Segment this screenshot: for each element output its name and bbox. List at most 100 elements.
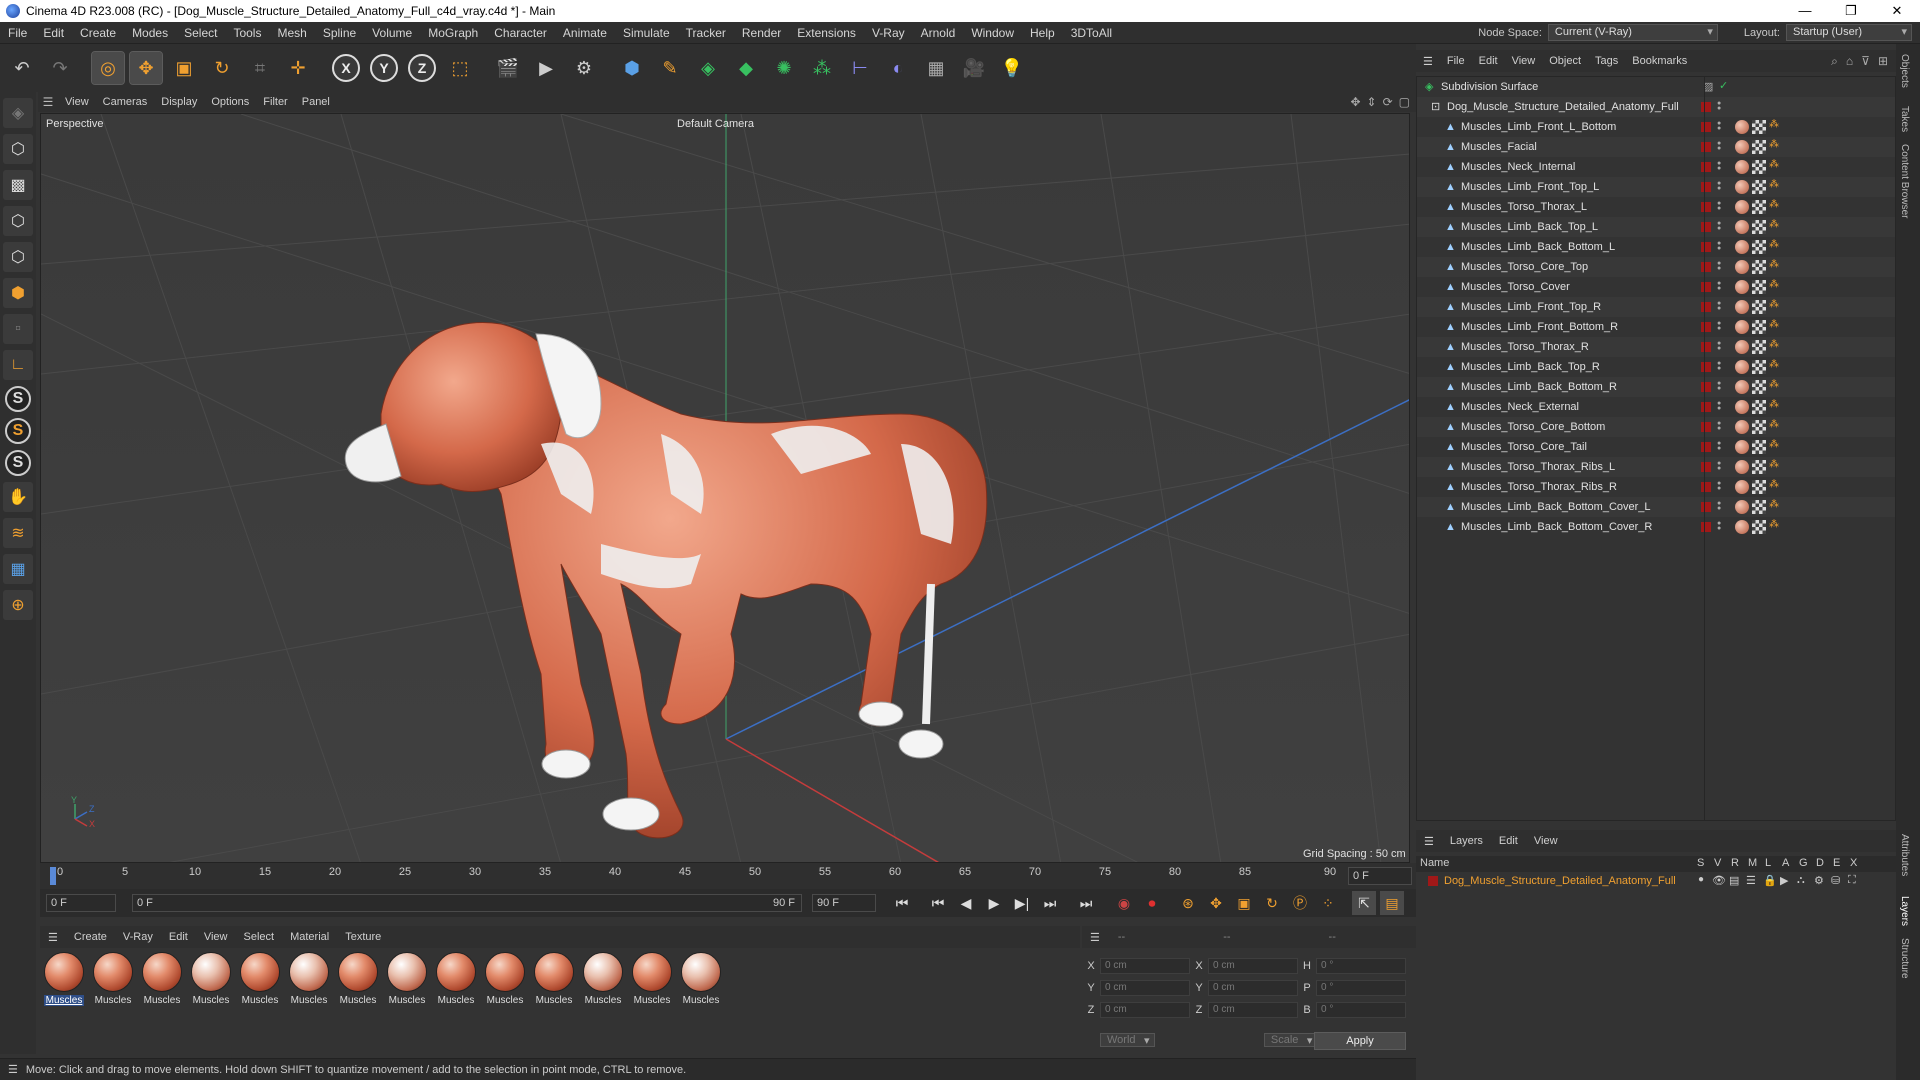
render-view-icon[interactable]: 🎬 (492, 52, 524, 84)
material-tag-icon[interactable] (1735, 120, 1749, 134)
field-icon[interactable]: ◐ (882, 52, 914, 84)
live-selection-icon[interactable]: ◎ (91, 51, 125, 85)
checker-texture-tag-icon[interactable] (1752, 400, 1766, 414)
object-row[interactable]: ▲ Muscles_Torso_Thorax_L ● ● ⁂ (1417, 197, 1895, 217)
object-mode-icon[interactable]: ⬡ (3, 134, 33, 164)
viewport-menu-options[interactable]: Options (204, 96, 256, 108)
vray-tag-icon[interactable]: ⁂ (1769, 159, 1781, 173)
coordinate-system-icon[interactable]: ⬚ (444, 52, 476, 84)
extrude-generator-icon[interactable]: ◆ (730, 52, 762, 84)
rotation-h-field[interactable]: 0 ° (1316, 958, 1406, 974)
material-menu-material[interactable]: Material (282, 931, 337, 943)
checker-texture-tag-icon[interactable] (1752, 520, 1766, 534)
vray-tag-icon[interactable]: ⁂ (1769, 499, 1781, 513)
edges-mode-icon[interactable]: ⬡ (3, 242, 33, 272)
viewport-menu-view[interactable]: View (58, 96, 96, 108)
layer-color-swatch[interactable] (1701, 102, 1711, 112)
redo-icon[interactable]: ↷ (44, 52, 76, 84)
visibility-dots-icon[interactable]: ● ● (1717, 500, 1722, 512)
menu-tracker[interactable]: Tracker (678, 26, 734, 40)
layer-color-swatch[interactable] (1701, 502, 1711, 512)
locked-workplane-icon[interactable]: ⊕ (3, 590, 33, 620)
material-swatch[interactable]: Muscles (483, 952, 527, 1050)
layer-render-icon[interactable]: ▤ (1729, 874, 1739, 887)
visibility-dots-icon[interactable]: ● ● (1717, 140, 1722, 152)
object-row[interactable]: ▲ Muscles_Limb_Front_Top_R ● ● ⁂ (1417, 297, 1895, 317)
cube-primitive-icon[interactable]: ⬢ (616, 52, 648, 84)
rotation-p-field[interactable]: 0 ° (1316, 980, 1406, 996)
layer-menu-view[interactable]: View (1526, 835, 1566, 847)
end-frame-field[interactable]: 90 F (812, 894, 876, 912)
playhead-marker[interactable] (50, 867, 56, 885)
rotate-tool-icon[interactable]: ↻ (206, 52, 238, 84)
size-mode-dropdown[interactable]: Scale (1263, 1033, 1318, 1047)
layer-color-swatch[interactable] (1701, 382, 1711, 392)
checker-texture-tag-icon[interactable] (1752, 180, 1766, 194)
material-tag-icon[interactable] (1735, 140, 1749, 154)
menu-create[interactable]: Create (72, 26, 124, 40)
menu-render[interactable]: Render (734, 26, 789, 40)
key-rotation-icon[interactable]: ↻ (1260, 891, 1284, 915)
apply-button[interactable]: Apply (1314, 1032, 1406, 1050)
size-y-field[interactable]: 0 cm (1208, 980, 1298, 996)
visibility-dots-icon[interactable]: ● ● (1717, 380, 1722, 392)
size-z-field[interactable]: 0 cm (1208, 1002, 1298, 1018)
vray-tag-icon[interactable]: ⁂ (1769, 119, 1781, 133)
material-tag-icon[interactable] (1735, 520, 1749, 534)
layer-color-swatch[interactable] (1701, 522, 1711, 532)
checker-texture-tag-icon[interactable] (1752, 140, 1766, 154)
motion-system-icon[interactable]: ⇱ (1352, 891, 1376, 915)
layer-color-swatch[interactable] (1428, 876, 1438, 886)
start-frame-field[interactable]: 0 F (46, 894, 116, 912)
layer-color-swatch[interactable] (1701, 342, 1711, 352)
move-tool-icon[interactable]: ✥ (129, 51, 163, 85)
vray-tag-icon[interactable]: ⁂ (1769, 479, 1781, 493)
layer-color-swatch[interactable] (1701, 222, 1711, 232)
vray-tag-icon[interactable]: ⁂ (1769, 299, 1781, 313)
layer-color-swatch[interactable] (1701, 202, 1711, 212)
visibility-dots-icon[interactable]: ● ● (1717, 460, 1722, 472)
vray-tag-icon[interactable]: ⁂ (1769, 339, 1781, 353)
layer-generators-icon[interactable]: ⛬ (1797, 874, 1805, 887)
minimize-button[interactable]: — (1782, 3, 1828, 19)
object-menu-view[interactable]: View (1505, 55, 1543, 67)
z-axis-lock-icon[interactable]: Z (406, 52, 438, 84)
visibility-dots-icon[interactable]: ● ● (1717, 100, 1722, 112)
object-row[interactable]: ▲ Muscles_Limb_Front_Top_L ● ● ⁂ (1417, 177, 1895, 197)
material-menu-vray[interactable]: V-Ray (115, 931, 161, 943)
menu-modes[interactable]: Modes (124, 26, 176, 40)
pan-icon[interactable]: ✥ (1350, 95, 1360, 109)
vray-tag-icon[interactable]: ⁂ (1769, 519, 1781, 533)
material-swatch[interactable]: Muscles (140, 952, 184, 1050)
visibility-dots-icon[interactable]: ● ● (1717, 320, 1722, 332)
goto-next-key-icon[interactable]: ⏭ (1038, 891, 1062, 915)
checker-texture-tag-icon[interactable] (1752, 320, 1766, 334)
checker-texture-tag-icon[interactable] (1752, 280, 1766, 294)
coordinates-hamburger-icon[interactable]: ☰ (1082, 931, 1108, 944)
vray-tag-icon[interactable]: ⁂ (1769, 239, 1781, 253)
vray-tag-icon[interactable]: ⁂ (1769, 199, 1781, 213)
material-swatch[interactable]: Muscles (238, 952, 282, 1050)
layer-name[interactable]: Dog_Muscle_Structure_Detailed_Anatomy_Fu… (1444, 875, 1676, 887)
material-swatch[interactable]: Muscles (42, 952, 86, 1050)
tab-structure[interactable]: Structure (1899, 938, 1910, 979)
menu-simulate[interactable]: Simulate (615, 26, 678, 40)
light-icon[interactable]: 💡 (996, 52, 1028, 84)
visibility-dots-icon[interactable]: ● ● (1717, 120, 1722, 132)
menu-file[interactable]: File (0, 26, 35, 40)
status-hamburger-icon[interactable]: ☰ (0, 1063, 26, 1076)
tab-layers[interactable]: Layers (1899, 896, 1910, 926)
checker-texture-tag-icon[interactable] (1752, 260, 1766, 274)
material-tag-icon[interactable] (1735, 280, 1749, 294)
checker-texture-tag-icon[interactable] (1752, 240, 1766, 254)
orbit-icon[interactable]: ⟳ (1383, 95, 1393, 109)
layer-color-swatch[interactable] (1701, 362, 1711, 372)
checker-texture-tag-icon[interactable] (1752, 460, 1766, 474)
recent-tools-icon[interactable]: ⌗ (244, 52, 276, 84)
timeline-ruler[interactable]: 0 5 10 15 20 25 30 35 40 45 50 55 60 65 … (40, 863, 1416, 889)
keyframe-selection-icon[interactable]: ⊛ (1176, 891, 1200, 915)
tab-takes[interactable]: Takes (1899, 106, 1910, 132)
position-x-field[interactable]: 0 cm (1100, 958, 1190, 974)
object-row[interactable]: ▲ Muscles_Limb_Back_Bottom_Cover_L ● ● ⁂ (1417, 497, 1895, 517)
goto-start-icon[interactable]: ⏮ (890, 891, 914, 915)
